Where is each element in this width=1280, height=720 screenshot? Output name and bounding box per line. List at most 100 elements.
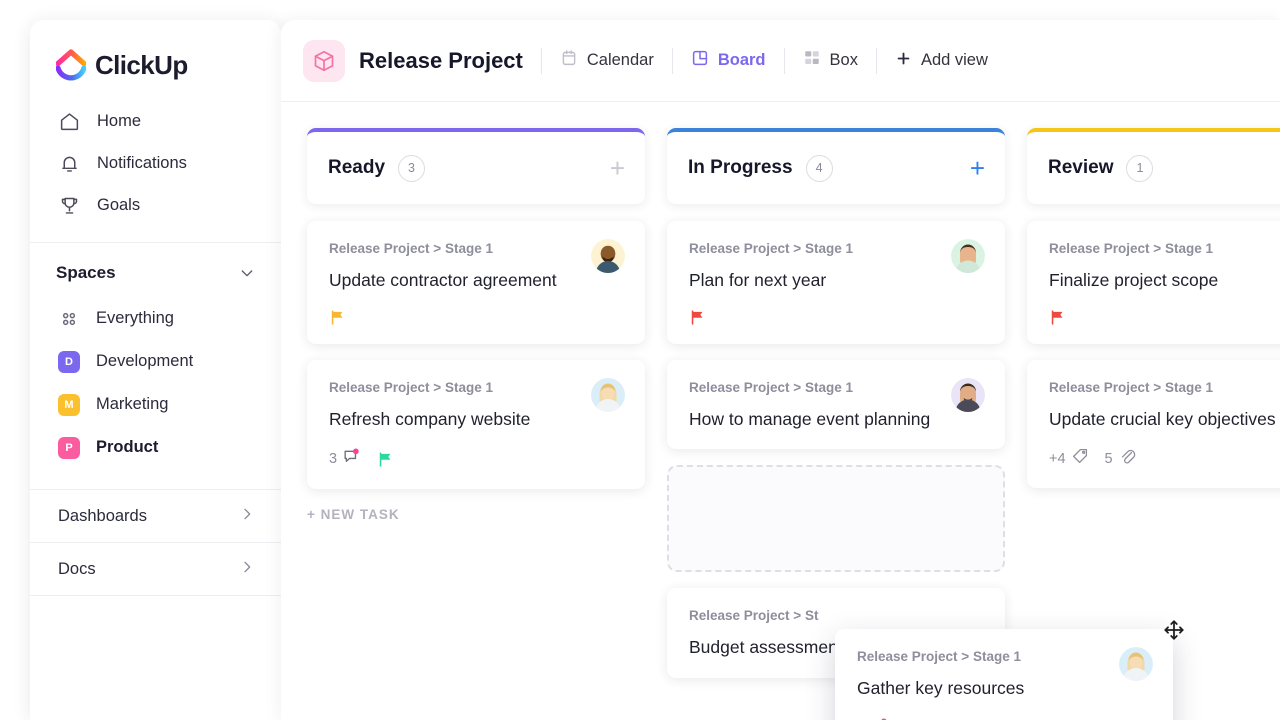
tag-count-value: +4 <box>1049 450 1066 467</box>
task-card[interactable]: Release Project > Stage 1 Update contrac… <box>307 221 645 344</box>
dragged-task-card[interactable]: Release Project > Stage 1 Gather key res… <box>835 629 1173 720</box>
sidebar-item-home[interactable]: Home <box>30 100 281 142</box>
trophy-icon <box>58 194 80 216</box>
sidebar-item-product[interactable]: P Product <box>30 426 281 469</box>
column-header-ready[interactable]: Ready 3 + <box>307 128 645 204</box>
comment-count[interactable]: 3 <box>329 447 361 471</box>
card-breadcrumb: Release Project > Stage 1 <box>689 241 853 256</box>
header-separator <box>783 47 785 74</box>
column-title-review: Review <box>1048 157 1114 178</box>
sidebar: ClickUp Home Notifications Goals Spaces … <box>30 20 281 720</box>
project-header: Release Project Calendar Board Box Add v… <box>281 20 1280 102</box>
column-add-task-ready[interactable]: + <box>610 155 625 181</box>
card-meta <box>689 309 983 326</box>
paperclip-icon <box>1118 447 1136 470</box>
column-cards-review: Release Project > Stage 1 Finalize proje… <box>1027 221 1280 489</box>
column-header-in-progress[interactable]: In Progress 4 + <box>667 128 1005 204</box>
priority-flag-icon[interactable] <box>1049 309 1066 326</box>
sidebar-item-marketing-label: Marketing <box>96 395 169 413</box>
card-title: Refresh company website <box>329 408 531 429</box>
task-card[interactable]: Release Project > Stage 1 Update crucial… <box>1027 359 1280 489</box>
priority-flag-icon[interactable] <box>329 309 346 326</box>
board-column-ready: Ready 3 + Release Project > Stage 1 Upda… <box>307 128 645 720</box>
sidebar-spaces-title: Spaces <box>56 263 116 282</box>
card-title: Plan for next year <box>689 270 827 290</box>
chevron-right-icon <box>239 559 255 580</box>
column-header-review[interactable]: Review 1 <box>1027 128 1280 204</box>
grid-dots-icon <box>58 308 80 330</box>
tag-count[interactable]: +4 <box>1049 447 1089 470</box>
move-cursor-icon <box>1163 619 1185 641</box>
tab-board-label: Board <box>717 51 766 69</box>
tab-calendar[interactable]: Calendar <box>560 49 654 72</box>
chevron-down-icon[interactable] <box>239 265 255 281</box>
sidebar-item-docs-label: Docs <box>58 559 96 578</box>
card-meta: 3 <box>857 717 1151 720</box>
app-logo-text: ClickUp <box>95 49 188 80</box>
tab-box-label: Box <box>829 51 858 69</box>
app-logo[interactable]: ClickUp <box>30 20 281 86</box>
sidebar-item-notifications[interactable]: Notifications <box>30 142 281 184</box>
header-separator <box>671 47 673 74</box>
space-badge-marketing: M <box>58 393 80 416</box>
card-title: Gather key resources <box>857 678 1025 698</box>
comment-icon <box>870 717 889 720</box>
home-icon <box>58 110 80 132</box>
card-breadcrumb: Release Project > St <box>689 608 819 624</box>
sidebar-item-marketing[interactable]: M Marketing <box>30 383 281 426</box>
clickup-logo-icon <box>56 49 86 81</box>
avatar[interactable] <box>951 239 985 273</box>
sidebar-item-home-label: Home <box>97 111 142 130</box>
kanban-board: Ready 3 + Release Project > Stage 1 Upda… <box>281 102 1280 720</box>
comment-count-value: 3 <box>329 451 338 468</box>
sidebar-spaces-header[interactable]: Spaces <box>30 243 281 297</box>
avatar[interactable] <box>951 377 985 412</box>
priority-flag-icon[interactable] <box>689 309 706 326</box>
column-count-in-progress: 4 <box>805 154 833 182</box>
column-cards-in-progress: Release Project > Stage 1 Plan for next … <box>667 221 1005 678</box>
sidebar-item-everything[interactable]: Everything <box>30 297 281 340</box>
clickup-app-window: ClickUp Home Notifications Goals Spaces … <box>0 0 1280 720</box>
priority-flag-icon[interactable] <box>377 451 394 468</box>
sidebar-item-development[interactable]: D Development <box>30 340 281 383</box>
sidebar-item-everything-label: Everything <box>96 309 174 327</box>
attachment-count[interactable]: 5 <box>1105 447 1136 470</box>
avatar[interactable] <box>591 377 625 412</box>
card-breadcrumb: Release Project > Stage 1 <box>329 241 493 256</box>
sidebar-spaces-list: Everything D Development M Marketing P P… <box>30 297 281 469</box>
column-count-ready: 3 <box>398 154 426 182</box>
task-card[interactable]: Release Project > Stage 1 Refresh compan… <box>307 359 645 490</box>
column-count-review: 1 <box>1126 154 1154 182</box>
chevron-right-icon <box>239 506 255 527</box>
sidebar-item-dashboards-label: Dashboards <box>58 506 147 525</box>
sidebar-item-dashboards[interactable]: Dashboards <box>30 490 281 542</box>
calendar-icon <box>560 49 578 72</box>
add-view-label: Add view <box>920 51 988 69</box>
sidebar-item-goals-label: Goals <box>97 195 141 214</box>
box-grid-icon <box>803 49 821 72</box>
card-meta <box>1049 309 1280 326</box>
add-view-button[interactable]: Add view <box>895 50 988 72</box>
task-card[interactable]: Release Project > Stage 1 Finalize proje… <box>1027 221 1280 344</box>
avatar[interactable] <box>1119 647 1153 681</box>
tab-box[interactable]: Box <box>803 49 858 72</box>
card-drop-placeholder[interactable] <box>667 465 1005 573</box>
tag-icon <box>1071 447 1089 470</box>
task-card[interactable]: Release Project > Stage 1 Plan for next … <box>667 221 1005 344</box>
tab-board[interactable]: Board <box>691 49 766 72</box>
header-separator <box>540 47 542 74</box>
task-card[interactable]: Release Project > Stage 1 How to manage … <box>667 359 1005 450</box>
card-meta: +4 5 <box>1049 447 1280 470</box>
add-new-task-ready[interactable]: + NEW TASK <box>307 507 645 522</box>
avatar[interactable] <box>591 239 625 273</box>
comment-count[interactable]: 3 <box>857 717 889 720</box>
board-icon <box>691 49 709 72</box>
header-separator <box>875 47 877 74</box>
card-breadcrumb: Release Project > Stage 1 <box>329 379 493 395</box>
column-add-task-in-progress[interactable]: + <box>970 155 985 181</box>
card-meta: 3 <box>329 447 623 471</box>
attachment-count-value: 5 <box>1104 450 1113 467</box>
sidebar-item-goals[interactable]: Goals <box>30 184 281 226</box>
card-breadcrumb: Release Project > Stage 1 <box>1049 379 1213 395</box>
sidebar-item-docs[interactable]: Docs <box>30 543 281 595</box>
